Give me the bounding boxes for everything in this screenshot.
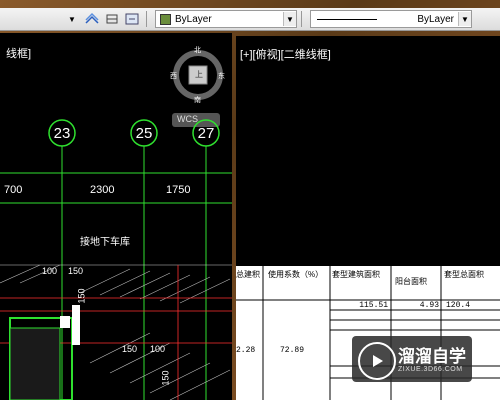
compass-east-label: 东 (218, 73, 225, 80)
grid-label: 23 (53, 125, 71, 142)
left-viewport[interactable]: 线框] 北 南 西 东 上 WCS 23 25 27 700 2300 1750… (0, 33, 232, 400)
wcs-label: WCS (177, 114, 198, 124)
table-cell: 115.51 (359, 301, 388, 310)
table-header: 套型总面积 (444, 270, 484, 279)
dimension-text: 100 (42, 266, 58, 276)
chevron-down-icon[interactable]: ▼ (458, 12, 471, 26)
annotation-text: 接地下车库 (80, 237, 130, 248)
toolbar-separator (146, 11, 149, 27)
table-cell: 72.89 (280, 346, 305, 355)
grid-label: 25 (135, 125, 153, 142)
watermark-subtitle: ZIXUE.3D66.COM (398, 366, 463, 373)
dimension-text: 150 (76, 288, 87, 304)
dimension-text: 700 (4, 184, 23, 196)
table-header: 使用系数（%） (268, 270, 324, 279)
viewport-title: [+][俯视][二维线框] (240, 49, 331, 61)
table-header: 阳台面积 (395, 277, 427, 286)
watermark-title: 溜溜自学 (398, 347, 466, 366)
table-cell: 4.93 (419, 301, 439, 310)
stair-core (9, 327, 61, 400)
column (60, 316, 70, 328)
compass-north-label: 北 (194, 47, 201, 54)
table-header: 套型建筑面积 (332, 270, 380, 279)
properties-toolbar: ▼ ByLayer ▼ ByLayer ▼ (0, 8, 500, 31)
dimension-text: 2300 (90, 184, 115, 196)
toolbar-separator (301, 11, 304, 27)
table-cell: 2.28 (236, 346, 256, 355)
linetype-preview (317, 18, 377, 20)
dimension-text: 100 (150, 344, 166, 354)
column (72, 305, 80, 345)
table-header: 总建积 (236, 270, 260, 279)
color-select-label: ByLayer (175, 13, 212, 25)
dimension-text: 1750 (166, 184, 191, 196)
grid-label: 27 (197, 125, 215, 142)
color-swatch-icon (160, 13, 171, 25)
chevron-down-icon[interactable]: ▼ (283, 12, 296, 26)
dimension-text: 150 (68, 266, 84, 276)
compass-south-label: 南 (194, 97, 201, 104)
layer-previous-icon[interactable] (124, 11, 140, 27)
play-logo-icon (358, 342, 396, 380)
dimension-text: 150 (122, 344, 138, 354)
toolbar-dropdown-arrow[interactable]: ▼ (68, 11, 80, 27)
layer-state-icon[interactable] (104, 11, 120, 27)
drawing-canvas (0, 50, 232, 400)
table-cell: 120.4 (446, 301, 471, 310)
compass-west-label: 西 (170, 73, 177, 80)
watermark-badge: 溜溜自学 ZIXUE.3D66.COM (352, 336, 472, 382)
linetype-select[interactable]: ByLayer ▼ (310, 10, 472, 28)
linetype-select-label: ByLayer (417, 13, 454, 25)
layer-properties-icon[interactable] (84, 11, 100, 27)
color-select[interactable]: ByLayer ▼ (155, 10, 297, 28)
viewcube-face-label: 上 (195, 70, 203, 79)
dimension-text: 150 (160, 370, 171, 386)
